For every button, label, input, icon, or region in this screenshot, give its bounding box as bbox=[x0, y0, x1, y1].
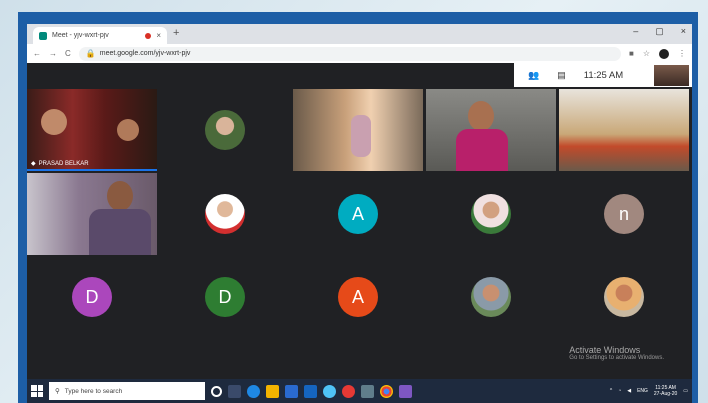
system-tray: ^ ◔ ◀ ENG 11:25 AM 27-Aug-20 ▭ bbox=[610, 385, 688, 397]
reload-icon[interactable]: C bbox=[65, 49, 71, 58]
media-icon[interactable] bbox=[342, 384, 355, 398]
minimize-button[interactable]: – bbox=[633, 26, 638, 37]
notification-icon[interactable]: ▭ bbox=[683, 388, 688, 394]
star-icon[interactable]: ☆ bbox=[643, 49, 650, 58]
app-icon[interactable] bbox=[323, 384, 336, 398]
person-face bbox=[107, 181, 133, 211]
person-figure bbox=[351, 115, 371, 157]
windows-start-icon[interactable] bbox=[31, 385, 43, 397]
new-tab-button[interactable]: + bbox=[173, 27, 179, 39]
participant-photo bbox=[471, 277, 511, 317]
chat-icon[interactable]: ▤ bbox=[557, 70, 566, 81]
participant-tile-11[interactable]: D bbox=[27, 256, 157, 338]
people-icon[interactable]: 👥 bbox=[528, 70, 539, 81]
self-view[interactable] bbox=[654, 65, 689, 86]
person-body bbox=[89, 209, 151, 255]
network-icon[interactable]: ◔ bbox=[618, 388, 621, 394]
participant-initial-avatar: A bbox=[338, 277, 378, 317]
participant-initial-avatar: D bbox=[72, 277, 112, 317]
chrome-icon[interactable] bbox=[380, 384, 393, 398]
active-speaker-indicator bbox=[27, 169, 157, 171]
file-explorer-icon[interactable] bbox=[266, 384, 279, 398]
participant-tile-6[interactable] bbox=[27, 173, 157, 255]
address-bar[interactable]: 🔒 meet.google.com/yjv-wxrt-pjv bbox=[78, 46, 621, 61]
browser-window: Meet - yjv-wxrt-pjv × + – ▢ × ← → C 🔒 me… bbox=[27, 24, 692, 403]
chevron-up-icon[interactable]: ^ bbox=[610, 388, 612, 394]
maximize-button[interactable]: ▢ bbox=[655, 26, 664, 37]
participant-tile-7[interactable] bbox=[160, 173, 290, 255]
cortana-icon[interactable] bbox=[211, 385, 222, 397]
windows-taskbar: ⚲ Type here to search ^ ◔ ◀ ENG 11:25 AM… bbox=[27, 379, 692, 403]
participant-photo bbox=[604, 277, 644, 317]
task-view-icon[interactable] bbox=[228, 384, 241, 398]
calculator-icon[interactable] bbox=[361, 384, 374, 398]
window-controls: – ▢ × bbox=[633, 26, 686, 37]
camera-indicator-icon[interactable]: ■ bbox=[629, 49, 634, 58]
meet-icon bbox=[39, 31, 47, 40]
participant-tile-speaker[interactable]: ◆ PRASAD BELKAR bbox=[27, 89, 157, 171]
activate-windows-watermark: Activate Windows Go to Settings to activ… bbox=[569, 345, 664, 361]
profile-avatar[interactable] bbox=[659, 48, 669, 59]
meet-top-bar: 👥 ▤ 11:25 AM bbox=[514, 63, 692, 87]
participant-initial-avatar: A bbox=[338, 194, 378, 234]
speaker-name: PRASAD BELKAR bbox=[38, 160, 89, 167]
browser-toolbar: ← → C 🔒 meet.google.com/yjv-wxrt-pjv ■ ☆… bbox=[27, 44, 692, 63]
participant-tile-14[interactable] bbox=[426, 256, 556, 338]
forward-icon[interactable]: → bbox=[49, 49, 57, 58]
participant-tile-3[interactable] bbox=[293, 89, 423, 171]
taskbar-search-input[interactable]: ⚲ Type here to search bbox=[49, 382, 205, 400]
meeting-time: 11:25 AM bbox=[583, 69, 624, 81]
toolbar-right: ■ ☆ ⋮ bbox=[629, 48, 686, 59]
search-icon: ⚲ bbox=[55, 388, 60, 395]
store-icon[interactable] bbox=[285, 384, 298, 398]
app-icon[interactable] bbox=[399, 384, 412, 398]
recording-icon bbox=[145, 32, 152, 39]
participant-tile-13[interactable]: A bbox=[293, 256, 423, 338]
url-text: meet.google.com/yjv-wxrt-pjv bbox=[99, 50, 191, 57]
search-placeholder: Type here to search bbox=[64, 387, 123, 395]
audio-icon: ◆ bbox=[31, 161, 36, 167]
participant-photo bbox=[471, 194, 511, 234]
volume-icon[interactable]: ◀ bbox=[627, 388, 631, 394]
participant-tile-8[interactable]: A bbox=[293, 173, 423, 255]
watermark-subtitle: Go to Settings to activate Windows. bbox=[569, 355, 664, 361]
participant-tile-10[interactable]: n bbox=[559, 173, 689, 255]
mail-icon[interactable] bbox=[304, 384, 317, 398]
close-window-button[interactable]: × bbox=[681, 26, 686, 37]
watermark-title: Activate Windows bbox=[569, 345, 641, 355]
person-body bbox=[456, 129, 508, 171]
edge-icon[interactable] bbox=[247, 384, 260, 398]
participant-photo bbox=[205, 110, 245, 150]
person-face bbox=[468, 101, 494, 131]
person-face bbox=[117, 119, 139, 141]
participant-tile-2[interactable] bbox=[160, 89, 290, 171]
lock-icon: 🔒 bbox=[85, 49, 96, 58]
participant-tile-5[interactable] bbox=[559, 89, 689, 171]
tab-strip: Meet - yjv-wxrt-pjv × + – ▢ × bbox=[27, 24, 692, 44]
back-icon[interactable]: ← bbox=[33, 49, 41, 58]
participant-initial-avatar: D bbox=[205, 277, 245, 317]
camera-feed bbox=[559, 89, 689, 171]
tab-meet[interactable]: Meet - yjv-wxrt-pjv × bbox=[33, 27, 167, 44]
language-indicator[interactable]: ENG bbox=[637, 388, 648, 394]
participant-tile-15[interactable] bbox=[559, 256, 689, 338]
menu-icon[interactable]: ⋮ bbox=[678, 49, 686, 58]
close-tab-button[interactable]: × bbox=[156, 31, 161, 40]
speaker-nametag: ◆ PRASAD BELKAR bbox=[31, 160, 89, 168]
person-face bbox=[41, 109, 67, 135]
tab-title: Meet - yjv-wxrt-pjv bbox=[52, 32, 109, 39]
participant-tile-4[interactable] bbox=[426, 89, 556, 171]
participant-photo bbox=[205, 194, 245, 234]
participant-tile-9[interactable] bbox=[426, 173, 556, 255]
participant-tile-12[interactable]: D bbox=[160, 256, 290, 338]
meet-grid: ◆ PRASAD BELKAR A n D D A 👥 ▤ 11:25 AM A… bbox=[27, 63, 692, 379]
taskbar-clock[interactable]: 11:25 AM 27-Aug-20 bbox=[654, 385, 677, 397]
clock-date: 27-Aug-20 bbox=[653, 391, 678, 397]
participant-initial-avatar: n bbox=[604, 194, 644, 234]
